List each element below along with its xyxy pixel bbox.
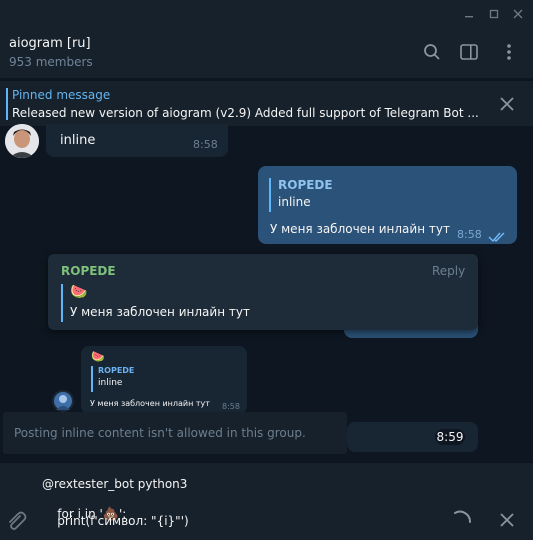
pinned-text: Released new version of aiogram (v2.9) A… (12, 106, 479, 120)
message-time: 8:58 (193, 138, 218, 151)
reply-sender: ROPEDE (98, 366, 135, 375)
popup-sender: ROPEDE (61, 264, 116, 278)
chat-title[interactable]: aiogram [ru] (9, 36, 91, 51)
maximize-icon[interactable] (483, 0, 505, 28)
close-pinned-icon[interactable] (496, 93, 518, 115)
composer-line-1[interactable]: @rextester_bot python3 (42, 477, 187, 491)
notice-text: Posting inline content isn't allowed in … (14, 426, 306, 440)
quote-bar (61, 284, 63, 322)
window-titlebar (0, 0, 533, 28)
pinned-title: Pinned message (12, 88, 111, 102)
attach-icon[interactable] (4, 509, 28, 537)
reply-text: inline (98, 378, 123, 388)
message-composer[interactable]: @rextester_bot python3 for i in '💩': pri… (0, 462, 533, 540)
message-text: У меня заблочен инлайн тут (90, 399, 210, 408)
search-icon[interactable] (420, 40, 444, 64)
popup-text: У меня заблочен инлайн тут (70, 305, 250, 319)
message-time: 8:58 (222, 402, 240, 411)
reply-sender: ROPEDE (278, 178, 333, 192)
double-check-icon (488, 228, 508, 247)
member-count: 953 members (9, 55, 93, 69)
close-icon[interactable] (507, 0, 529, 28)
restriction-notice: Posting inline content isn't allowed in … (3, 412, 347, 454)
message-time: 8:59 (435, 429, 465, 445)
more-vertical-icon[interactable] (497, 40, 521, 64)
reply-button[interactable]: Reply (432, 264, 465, 278)
message-text: inline (60, 133, 96, 148)
avatar[interactable] (5, 124, 39, 158)
reply-preview[interactable]: ROPEDE inline (269, 178, 333, 212)
cancel-icon[interactable] (497, 510, 517, 534)
reply-text: inline (278, 195, 311, 209)
emoji-watermelon: 🍉 (70, 284, 88, 300)
minimize-icon[interactable] (458, 0, 480, 28)
sidebar-toggle-icon[interactable] (457, 40, 481, 64)
composer-line-3[interactable]: print(f'символ: "{i}"') (42, 514, 188, 528)
pinned-message-bar[interactable]: Pinned message Released new version of a… (0, 80, 533, 126)
message-bubble-outgoing[interactable]: ROPEDE inline У меня заблочен инлайн тут… (258, 166, 517, 244)
loading-spinner-icon (451, 509, 473, 535)
chat-header[interactable]: aiogram [ru] 953 members (0, 28, 533, 78)
message-bubble[interactable]: 🍉 ROPEDE inline У меня заблочен инлайн т… (81, 346, 247, 414)
reply-preview[interactable]: ROPEDE inline (91, 366, 134, 392)
message-bubble[interactable]: inline 8:58 (46, 124, 228, 157)
message-time: 8:58 (457, 228, 482, 241)
emoji-watermelon: 🍉 (91, 350, 105, 363)
message-bubble[interactable]: 8:59 (347, 422, 478, 452)
message-preview-popup[interactable]: ROPEDE Reply 🍉 У меня заблочен инлайн ту… (48, 254, 478, 330)
message-text: У меня заблочен инлайн тут (270, 222, 450, 236)
pinned-accent-bar (6, 88, 8, 120)
avatar[interactable] (52, 390, 74, 412)
